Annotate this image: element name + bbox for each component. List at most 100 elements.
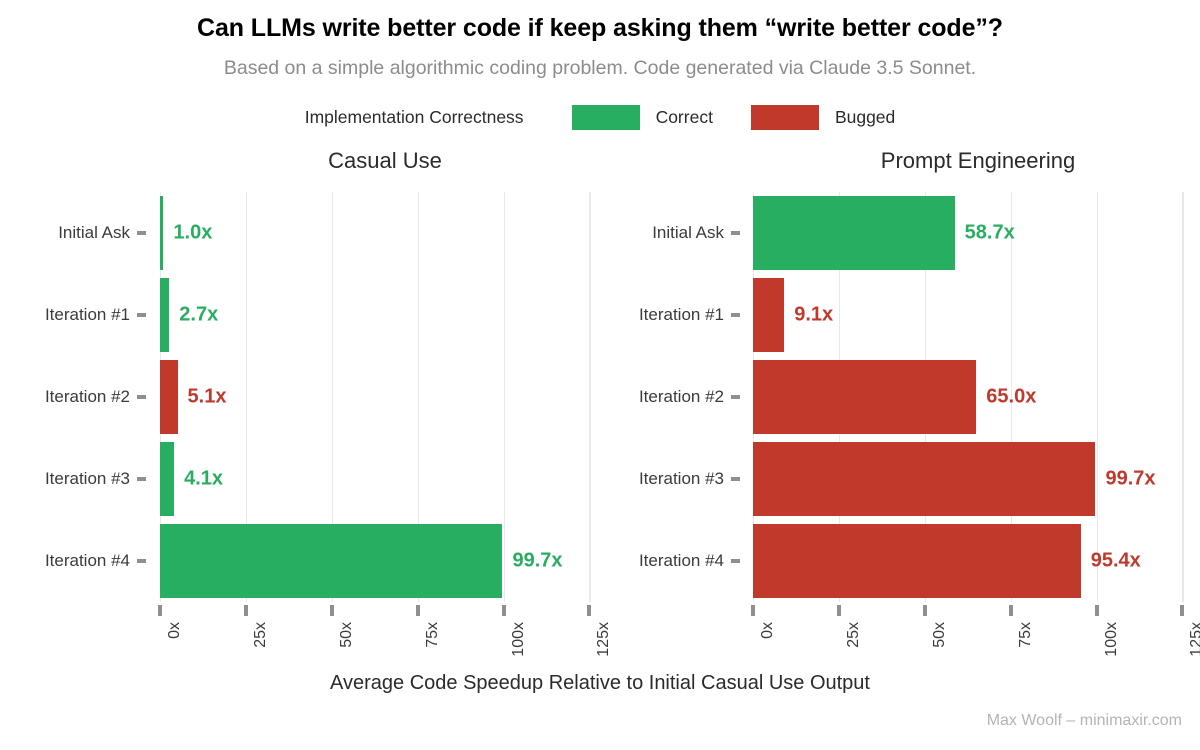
y-tick-mark [137, 559, 146, 563]
x-tick-label: 125x [1188, 622, 1200, 657]
x-tick-mark [243, 605, 248, 616]
bar[interactable] [753, 196, 955, 270]
bar-band: 65.0x [753, 356, 1200, 438]
x-axis-label: Average Code Speedup Relative to Initial… [330, 672, 870, 694]
y-tick-left: Iteration #3 [0, 438, 146, 520]
plot-panel-casual-use: 1.0x 2.7x 5.1x 4.1x 99.7x [160, 192, 610, 602]
bar[interactable] [160, 196, 164, 270]
y-tick-label: Iteration #2 [638, 387, 724, 406]
y-tick-label: Iteration #2 [44, 387, 130, 406]
chart-subtitle: Based on a simple algorithmic coding pro… [223, 57, 977, 79]
legend-title: Implementation Correctness [304, 107, 524, 127]
x-tick-label: 125x [595, 622, 613, 657]
bar[interactable] [160, 442, 175, 516]
bar-value-label: 95.4x [1090, 549, 1141, 572]
x-tick-mark [1008, 605, 1013, 616]
bar-band: 4.1x [160, 438, 610, 520]
bar[interactable] [753, 442, 1096, 516]
y-tick-left: Iteration #1 [0, 274, 146, 356]
y-tick-label: Iteration #4 [638, 551, 724, 570]
x-tick-label: 25x [844, 622, 862, 648]
x-tick-label: 25x [251, 622, 269, 648]
x-tick-label: 100x [509, 622, 527, 657]
y-tick-mark [137, 395, 146, 399]
x-tick-mark [587, 605, 592, 616]
y-tick-left: Iteration #2 [0, 356, 146, 438]
bar-value-label: 1.0x [173, 221, 213, 244]
chart-root: Can LLMs write better code if keep askin… [0, 0, 1200, 750]
bar-band: 9.1x [753, 274, 1200, 356]
y-tick-mark [137, 313, 146, 317]
bar-value-label: 5.1x [187, 385, 227, 408]
x-tick-label: 0x [166, 622, 183, 639]
y-tick-label: Iteration #1 [44, 305, 130, 324]
bar-value-label: 65.0x [986, 385, 1037, 408]
x-tick-mark [501, 605, 506, 616]
y-tick-left: Iteration #4 [0, 520, 146, 602]
legend-label-correct: Correct [655, 107, 713, 127]
x-tick-mark [751, 605, 755, 616]
x-tick-mark [836, 605, 841, 616]
bar[interactable] [753, 278, 785, 352]
y-tick-mark [137, 231, 146, 235]
bar-band: 1.0x [160, 192, 610, 274]
y-tick-label: Iteration #3 [638, 469, 724, 488]
bar-band: 95.4x [753, 520, 1200, 602]
x-tick-mark [158, 605, 162, 616]
bar-band: 2.7x [160, 274, 610, 356]
legend-swatch-correct [571, 105, 640, 130]
bar-value-label: 2.7x [179, 303, 219, 326]
x-tick-mark [329, 605, 334, 616]
x-tick-label: 50x [337, 622, 355, 648]
legend-item-bugged: Bugged [750, 105, 896, 130]
y-axis-left: Initial Ask Iteration #1 Iteration #2 Itera… [0, 192, 146, 602]
y-tick-right: Iteration #2 [600, 356, 740, 438]
legend: Implementation Correctness Correct Bugge… [0, 105, 1200, 130]
y-tick-right: Initial Ask [600, 192, 740, 274]
bar-value-label: 99.7x [512, 549, 563, 572]
x-tick-mark [1180, 605, 1185, 616]
bar[interactable] [753, 360, 977, 434]
bar-value-label: 99.7x [1105, 467, 1156, 490]
x-tick-label: 50x [930, 622, 948, 648]
y-tick-label: Iteration #3 [44, 469, 130, 488]
bar[interactable] [753, 524, 1081, 598]
bar-band: 99.7x [753, 438, 1200, 520]
y-tick-mark [731, 395, 740, 399]
x-tick-label: 100x [1102, 622, 1120, 657]
legend-swatch-bugged [750, 105, 819, 130]
bar-value-label: 4.1x [184, 467, 224, 490]
x-tick-label: 75x [423, 622, 441, 648]
bar[interactable] [160, 278, 170, 352]
legend-label-bugged: Bugged [834, 107, 896, 127]
bar-value-label: 58.7x [964, 221, 1015, 244]
bar[interactable] [160, 360, 178, 434]
x-axis-left: 0x 25x 50x 75x 100x 125x [158, 602, 613, 672]
bar[interactable] [160, 524, 503, 598]
chart-caption: Max Woolf – minimaxir.com [986, 712, 1182, 729]
bar-band: 58.7x [753, 192, 1200, 274]
chart-title: Can LLMs write better code if keep askin… [197, 14, 1003, 42]
y-tick-right: Iteration #1 [600, 274, 740, 356]
y-tick-left: Initial Ask [0, 192, 146, 274]
y-tick-label: Initial Ask [652, 223, 724, 242]
y-tick-right: Iteration #4 [600, 520, 740, 602]
plot-panel-prompt-engineering: 58.7x 9.1x 65.0x 99.7x 95.4x [753, 192, 1200, 602]
x-tick-mark [415, 605, 420, 616]
x-tick-mark [922, 605, 927, 616]
y-tick-label: Initial Ask [58, 223, 130, 242]
bar-band: 5.1x [160, 356, 610, 438]
facet-title-prompt-engineering: Prompt Engineering [880, 148, 1076, 173]
y-tick-mark [731, 477, 740, 481]
y-axis-right: Initial Ask Iteration #1 Iteration #2 Itera… [600, 192, 740, 602]
y-tick-mark [731, 313, 740, 317]
y-tick-mark [731, 559, 740, 563]
y-tick-mark [731, 231, 740, 235]
y-tick-label: Iteration #1 [638, 305, 724, 324]
bar-band: 99.7x [160, 520, 610, 602]
x-tick-label: 0x [759, 622, 776, 639]
facet-title-casual-use: Casual Use [328, 148, 442, 173]
x-tick-label: 75x [1016, 622, 1034, 648]
y-tick-right: Iteration #3 [600, 438, 740, 520]
x-axis-right: 0x 25x 50x 75x 100x 125x [751, 602, 1200, 672]
